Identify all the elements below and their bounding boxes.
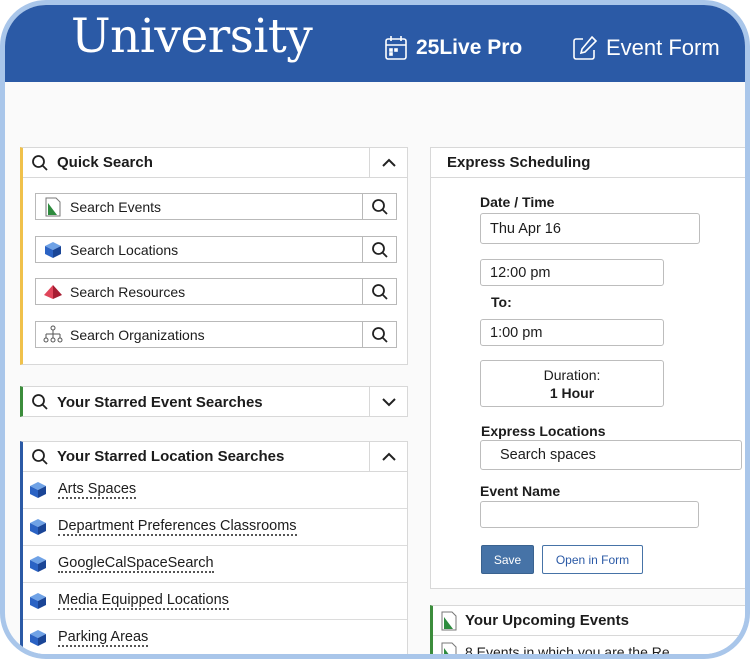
duration-value: 1 Hour <box>549 385 595 401</box>
starred-event-searches-header: Your Starred Event Searches <box>23 387 407 417</box>
search-resources-field[interactable]: Search Resources <box>35 278 363 305</box>
start-time-field[interactable]: 12:00 pm <box>480 259 664 286</box>
search-organizations-button[interactable] <box>362 321 397 348</box>
location-cube-icon <box>30 556 46 572</box>
list-item: Department Preferences Classrooms <box>23 509 407 546</box>
start-time-value: 12:00 pm <box>490 264 551 281</box>
upcoming-events-text: 8 Events in which you are the Re <box>465 644 670 659</box>
starred-event-searches-panel: Your Starred Event Searches <box>20 386 408 417</box>
location-search-link[interactable]: Parking Areas <box>58 629 149 647</box>
quick-search-panel: Quick Search Search Events Search Locati… <box>20 147 408 365</box>
duration-display: Duration: 1 Hour <box>480 360 664 407</box>
express-scheduling-panel: Express Scheduling Date / Time Thu Apr 1… <box>430 147 745 589</box>
starred-location-searches-panel: Your Starred Location Searches Arts Spac… <box>20 441 408 654</box>
event-name-label: Event Name <box>480 483 561 499</box>
search-icon <box>371 283 388 300</box>
event-icon <box>45 197 61 216</box>
starred-location-searches-title: Your Starred Location Searches <box>57 448 285 465</box>
search-icon <box>32 448 48 465</box>
duration-label: Duration: <box>543 367 601 383</box>
organization-icon <box>43 325 63 342</box>
search-icon <box>32 154 48 171</box>
location-cube-icon <box>30 519 46 535</box>
university-logo[interactable]: University <box>71 9 313 64</box>
search-events-row: Search Events <box>35 193 397 220</box>
search-resources-label: Search Resources <box>70 283 186 300</box>
nav-25live-pro[interactable]: 25Live Pro <box>384 31 522 65</box>
calendar-icon <box>385 36 407 60</box>
resource-pyramid-icon <box>44 284 62 299</box>
quick-search-header: Quick Search <box>23 148 407 178</box>
end-time-value: 1:00 pm <box>490 324 543 341</box>
search-organizations-row: Search Organizations <box>35 321 397 348</box>
nav-25live-pro-label: 25Live Pro <box>416 36 523 59</box>
location-search-link[interactable]: Arts Spaces <box>58 481 137 499</box>
upcoming-events-panel: Your Upcoming Events 8 Events in which y… <box>430 605 745 659</box>
to-label: To: <box>491 294 512 310</box>
event-icon <box>441 642 457 654</box>
express-locations-label: Express Locations <box>481 423 606 439</box>
chevron-down-icon <box>381 398 396 407</box>
search-resources-row: Search Resources <box>35 278 397 305</box>
upcoming-events-header: Your Upcoming Events <box>433 606 745 636</box>
location-search-link[interactable]: Department Preferences Classrooms <box>58 518 297 536</box>
top-header: University 25Live Pro Event Form <box>5 5 745 82</box>
chevron-up-icon <box>381 158 396 167</box>
search-organizations-label: Search Organizations <box>70 326 205 343</box>
search-icon <box>32 394 48 410</box>
upcoming-events-title: Your Upcoming Events <box>465 612 629 629</box>
date-field[interactable]: Thu Apr 16 <box>480 213 700 244</box>
date-time-label: Date / Time <box>480 194 555 210</box>
save-button[interactable]: Save <box>481 545 534 574</box>
list-item: Parking Areas <box>23 620 407 654</box>
starred-event-searches-expand-button[interactable] <box>369 387 407 417</box>
location-search-link[interactable]: GoogleCalSpaceSearch <box>58 555 214 573</box>
list-item: GoogleCalSpaceSearch <box>23 546 407 583</box>
starred-location-searches-header: Your Starred Location Searches <box>23 442 407 472</box>
location-cube-icon <box>30 482 46 498</box>
location-cube-icon <box>30 630 46 646</box>
upcoming-events-row[interactable]: 8 Events in which you are the Re <box>433 637 745 659</box>
location-cube-icon <box>30 593 46 609</box>
nav-event-form-label: Event Form <box>606 35 720 60</box>
chevron-up-icon <box>381 452 396 461</box>
open-in-form-button[interactable]: Open in Form <box>542 545 643 574</box>
quick-search-collapse-button[interactable] <box>369 148 407 178</box>
event-name-input[interactable] <box>480 501 699 528</box>
list-item: Arts Spaces <box>23 472 407 509</box>
list-item: Media Equipped Locations <box>23 583 407 620</box>
search-events-button[interactable] <box>362 193 397 220</box>
quick-search-title: Quick Search <box>57 154 153 171</box>
end-time-field[interactable]: 1:00 pm <box>480 319 664 346</box>
search-icon <box>371 198 388 215</box>
search-icon <box>371 241 388 258</box>
date-value: Thu Apr 16 <box>490 220 561 237</box>
search-resources-button[interactable] <box>362 278 397 305</box>
location-search-link[interactable]: Media Equipped Locations <box>58 592 229 610</box>
search-organizations-field[interactable]: Search Organizations <box>35 321 363 348</box>
starred-event-searches-title: Your Starred Event Searches <box>57 393 263 411</box>
edit-form-icon <box>573 35 598 60</box>
express-scheduling-title: Express Scheduling <box>447 154 591 171</box>
starred-location-searches-collapse-button[interactable] <box>369 442 407 472</box>
nav-event-form[interactable]: Event Form <box>572 31 720 65</box>
search-locations-button[interactable] <box>362 236 397 263</box>
search-events-field[interactable]: Search Events <box>35 193 363 220</box>
search-icon <box>371 326 388 343</box>
location-cube-icon <box>45 241 61 258</box>
search-locations-row: Search Locations <box>35 236 397 263</box>
search-locations-field[interactable]: Search Locations <box>35 236 363 263</box>
search-events-label: Search Events <box>70 198 162 215</box>
search-locations-label: Search Locations <box>70 241 179 258</box>
express-scheduling-header: Express Scheduling <box>431 148 745 178</box>
express-locations-placeholder: Search spaces <box>500 447 596 463</box>
app-frame: University 25Live Pro Event Form Quick S… <box>0 0 750 659</box>
express-locations-search-field[interactable]: Search spaces <box>480 440 742 470</box>
event-icon <box>441 611 457 630</box>
